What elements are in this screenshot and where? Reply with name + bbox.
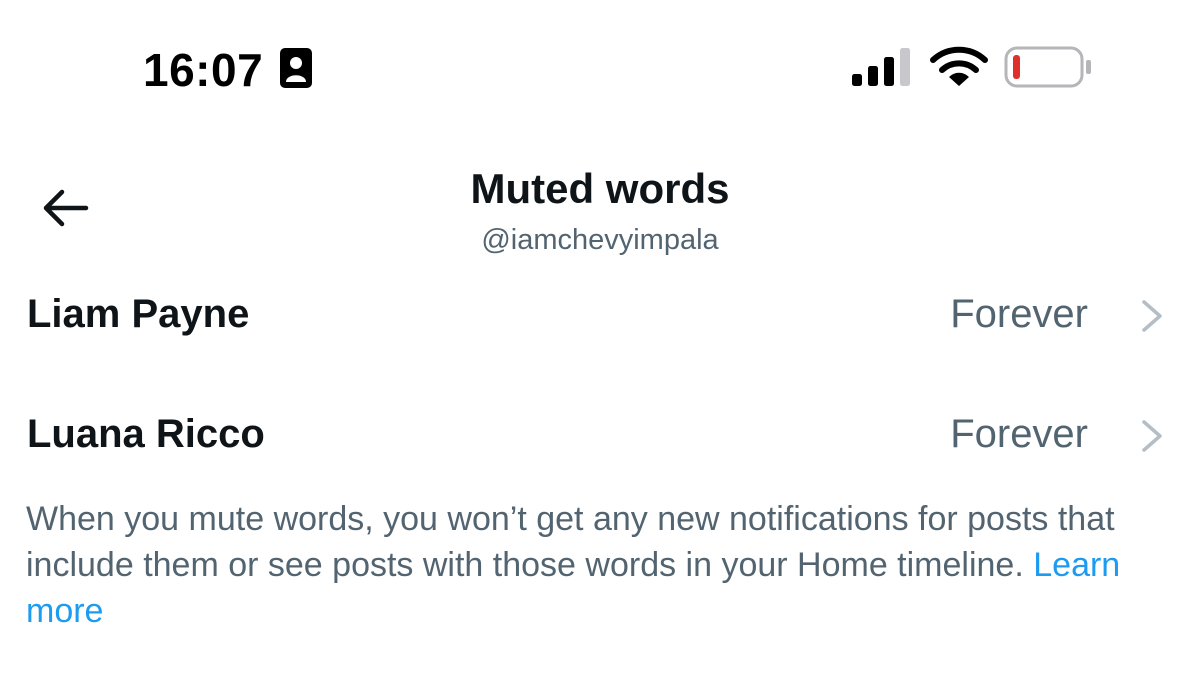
muted-words-screen: 16:07 Muted words @iamchevyimpala Liam P…: [0, 0, 1200, 697]
battery-low-icon: [1004, 46, 1091, 88]
info-text: When you mute words, you won’t get any n…: [26, 500, 1115, 584]
chevron-right-icon: [1142, 420, 1162, 452]
status-time: 16:07: [143, 44, 264, 96]
chevron-right-icon: [1142, 300, 1162, 332]
mute-duration: Forever: [950, 412, 1088, 456]
focus-badge-icon: [280, 48, 312, 88]
muted-word-row[interactable]: Liam Payne Forever: [0, 258, 1200, 368]
account-handle: @iamchevyimpala: [481, 224, 719, 256]
wifi-icon: [930, 46, 988, 86]
muted-word-label: Luana Ricco: [27, 412, 265, 456]
muted-words-info: When you mute words, you won’t get any n…: [26, 496, 1186, 634]
cellular-signal-icon: [852, 48, 910, 86]
page-title: Muted words: [470, 165, 730, 212]
mute-duration: Forever: [950, 292, 1088, 336]
muted-word-row[interactable]: Luana Ricco Forever: [0, 378, 1200, 488]
muted-word-label: Liam Payne: [27, 292, 250, 336]
